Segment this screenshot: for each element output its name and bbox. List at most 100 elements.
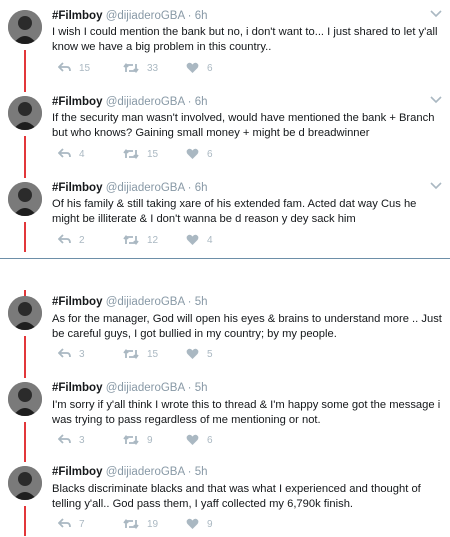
reply-button[interactable]: 7: [58, 517, 85, 531]
tweet-header: #Filmboy @dijiaderoGBA · 5h: [52, 382, 208, 394]
tweet-header: #Filmboy @dijiaderoGBA · 6h: [52, 96, 208, 108]
display-name[interactable]: #Filmboy: [52, 382, 102, 394]
tweet[interactable]: #Filmboy @dijiaderoGBA · 5h As for the m…: [0, 286, 450, 374]
avatar[interactable]: [8, 382, 42, 416]
like-button[interactable]: 6: [186, 61, 213, 75]
reply-icon: [58, 434, 71, 444]
reply-icon: [58, 62, 71, 72]
reply-icon: [58, 518, 71, 528]
thread-connector: [24, 82, 26, 92]
reply-count: 4: [79, 148, 85, 160]
avatar[interactable]: [8, 296, 42, 330]
timeline-top: #Filmboy @dijiaderoGBA · 6h I wish I cou…: [0, 0, 450, 258]
tweet-header: #Filmboy @dijiaderoGBA · 5h: [52, 466, 208, 478]
thread-connector: [24, 452, 26, 462]
tweet-text: As for the manager, God will open his ey…: [52, 313, 442, 340]
display-name[interactable]: #Filmboy: [52, 182, 102, 194]
retweet-count: 15: [147, 348, 159, 360]
retweet-icon: [123, 519, 139, 529]
retweet-button[interactable]: 33: [123, 61, 158, 75]
tweet-header: #Filmboy @dijiaderoGBA · 6h: [52, 182, 208, 194]
tweet[interactable]: #Filmboy @dijiaderoGBA · 5h I'm sorry if…: [0, 368, 450, 460]
divider: [0, 258, 450, 259]
retweet-icon: [123, 149, 139, 159]
like-icon: [186, 62, 199, 73]
display-name[interactable]: #Filmboy: [52, 10, 102, 22]
tweet-actions: 2 12 4: [58, 233, 358, 247]
tweet-actions: 3 9 6: [58, 433, 358, 447]
reply-button[interactable]: 3: [58, 347, 85, 361]
screenshot: #Filmboy @dijiaderoGBA · 6h I wish I cou…: [0, 0, 450, 537]
like-count: 5: [207, 348, 213, 360]
retweet-count: 19: [147, 518, 159, 530]
like-count: 9: [207, 518, 213, 530]
handle-time[interactable]: @dijiaderoGBA · 6h: [106, 182, 208, 194]
thread-connector: [24, 368, 26, 378]
like-icon: [186, 234, 199, 245]
retweet-icon: [123, 435, 139, 445]
tweet-text: Of his family & still taking xare of his…: [52, 198, 417, 225]
like-button[interactable]: 6: [186, 433, 213, 447]
retweet-count: 15: [147, 148, 159, 160]
display-name[interactable]: #Filmboy: [52, 466, 102, 478]
reply-icon: [58, 348, 71, 358]
reply-button[interactable]: 3: [58, 433, 85, 447]
reply-button[interactable]: 2: [58, 233, 85, 247]
tweet-text: I'm sorry if y'all think I wrote this to…: [52, 399, 441, 426]
reply-button[interactable]: 4: [58, 147, 85, 161]
avatar[interactable]: [8, 10, 42, 44]
like-button[interactable]: 9: [186, 517, 213, 531]
handle-time[interactable]: @dijiaderoGBA · 5h: [106, 382, 208, 394]
reply-icon: [58, 148, 71, 158]
reply-count: 3: [79, 434, 85, 446]
handle-time[interactable]: @dijiaderoGBA · 5h: [106, 466, 208, 478]
tweet[interactable]: #Filmboy @dijiaderoGBA · 5h Blacks discr…: [0, 452, 450, 537]
reply-count: 3: [79, 348, 85, 360]
like-button[interactable]: 6: [186, 147, 213, 161]
like-button[interactable]: 5: [186, 347, 213, 361]
thread-connector: [24, 222, 26, 252]
avatar[interactable]: [8, 182, 42, 216]
reply-count: 15: [79, 62, 91, 74]
retweet-button[interactable]: 15: [123, 347, 158, 361]
thread-connector: [24, 506, 26, 536]
reply-button[interactable]: 15: [58, 61, 90, 75]
like-count: 4: [207, 234, 213, 246]
like-icon: [186, 518, 199, 529]
chevron-down-icon[interactable]: [430, 94, 442, 104]
like-button[interactable]: 4: [186, 233, 213, 247]
retweet-count: 12: [147, 234, 159, 246]
like-icon: [186, 348, 199, 359]
display-name[interactable]: #Filmboy: [52, 296, 102, 308]
retweet-button[interactable]: 9: [123, 433, 153, 447]
tweet[interactable]: #Filmboy @dijiaderoGBA · 6h If the secur…: [0, 82, 450, 174]
tweet-text: Blacks discriminate blacks and that was …: [52, 483, 421, 510]
chevron-down-icon[interactable]: [430, 180, 442, 190]
like-count: 6: [207, 434, 213, 446]
retweet-button[interactable]: 15: [123, 147, 158, 161]
retweet-count: 9: [147, 434, 153, 446]
like-icon: [186, 434, 199, 445]
avatar[interactable]: [8, 96, 42, 130]
retweet-count: 33: [147, 62, 159, 74]
retweet-icon: [123, 235, 139, 245]
reply-count: 7: [79, 518, 85, 530]
handle-time[interactable]: @dijiaderoGBA · 6h: [106, 10, 208, 22]
retweet-icon: [123, 349, 139, 359]
avatar[interactable]: [8, 466, 42, 500]
tweet-actions: 4 15 6: [58, 147, 358, 161]
like-count: 6: [207, 148, 213, 160]
retweet-button[interactable]: 19: [123, 517, 158, 531]
tweet[interactable]: #Filmboy @dijiaderoGBA · 6h I wish I cou…: [0, 0, 450, 88]
like-icon: [186, 148, 199, 159]
screenshot-gap: [0, 258, 450, 278]
tweet-actions: 7 19 9: [58, 517, 358, 531]
chevron-down-icon[interactable]: [430, 8, 442, 18]
display-name[interactable]: #Filmboy: [52, 96, 102, 108]
tweet-actions: 3 15 5: [58, 347, 358, 361]
handle-time[interactable]: @dijiaderoGBA · 6h: [106, 96, 208, 108]
tweet[interactable]: #Filmboy @dijiaderoGBA · 6h Of his famil…: [0, 168, 450, 258]
retweet-button[interactable]: 12: [123, 233, 158, 247]
timeline-bottom: #Filmboy @dijiaderoGBA · 5h As for the m…: [0, 278, 450, 537]
handle-time[interactable]: @dijiaderoGBA · 5h: [106, 296, 208, 308]
